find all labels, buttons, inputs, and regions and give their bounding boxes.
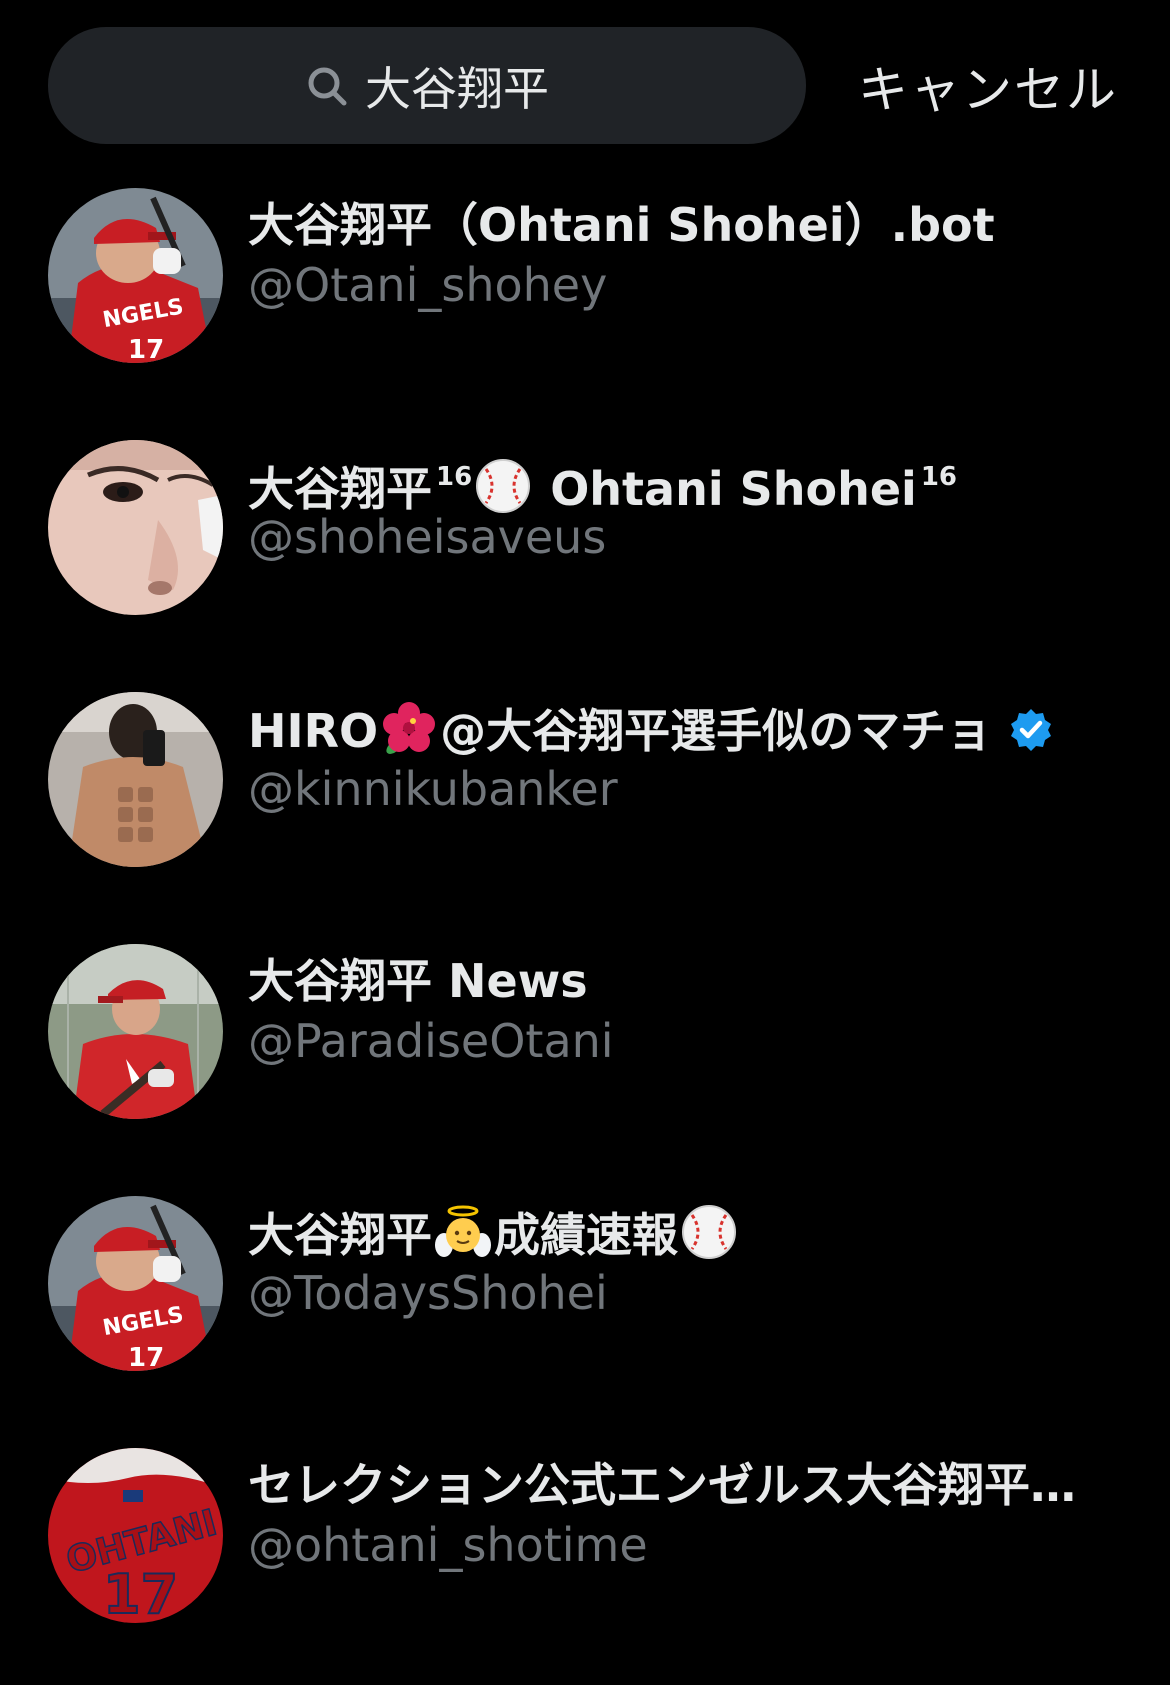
list-item[interactable]: NGELS 17 大谷翔平 成績速報 @TodaysShohei [0,1193,1170,1433]
hibiscus-icon [380,699,438,757]
list-item[interactable]: 大谷翔平 News @ParadiseOtani [0,941,1170,1181]
svg-text:17: 17 [103,1563,178,1623]
list-item[interactable]: 大谷翔平 16 Ohtani Shohei 16 @shoheisaveus [0,437,1170,677]
account-handle: @kinnikubanker [248,762,618,816]
svg-text:17: 17 [128,1343,164,1371]
baby-angel-icon [434,1203,492,1261]
avatar[interactable] [48,944,223,1119]
name-text: HIRO [248,704,379,758]
cancel-button[interactable]: キャンセル [858,50,1118,122]
account-name: HIRO @大谷翔平選手似のマチョ [248,699,1128,761]
search-icon [305,64,349,108]
list-item[interactable]: NGELS 17 大谷翔平（Ohtani Shohei）.bot @Otani_… [0,185,1170,425]
avatar[interactable]: NGELS 17 [48,188,223,363]
account-handle: @Otani_shohey [248,258,608,312]
svg-text:17: 17 [128,335,164,363]
superscript-number: 16 [920,462,957,492]
list-item[interactable]: HIRO @大谷翔平選手似のマチョ @kinnikubanker [0,689,1170,929]
name-text: @大谷翔平選手似のマチョ [440,704,993,758]
account-handle: @shoheisaveus [248,510,607,564]
account-handle: @ohtani_shotime [248,1518,648,1572]
name-text: 成績速報 [494,1208,678,1262]
superscript-number: 16 [436,462,473,492]
verified-badge-icon [1008,707,1054,753]
avatar[interactable] [48,692,223,867]
search-query[interactable]: 大谷翔平 [365,53,549,119]
account-name: セレクション公式エンゼルス大谷翔平… [248,1458,1076,1512]
avatar[interactable] [48,440,223,615]
list-item[interactable]: OHTANI 17 セレクション公式エンゼルス大谷翔平… @ohtani_sho… [0,1445,1170,1685]
baseball-icon [680,1203,738,1261]
search-header: 大谷翔平 キャンセル [0,0,1170,160]
account-name: 大谷翔平（Ohtani Shohei）.bot [248,198,995,252]
account-name: 大谷翔平 成績速報 [248,1203,1128,1265]
avatar[interactable]: NGELS 17 [48,1196,223,1371]
avatar[interactable]: OHTANI 17 [48,1448,223,1623]
name-text: 大谷翔平 [248,1208,432,1262]
account-handle: @TodaysShohei [248,1266,608,1320]
search-input[interactable]: 大谷翔平 [48,27,806,144]
account-name: 大谷翔平 News [248,954,588,1008]
account-handle: @ParadiseOtani [248,1014,614,1068]
